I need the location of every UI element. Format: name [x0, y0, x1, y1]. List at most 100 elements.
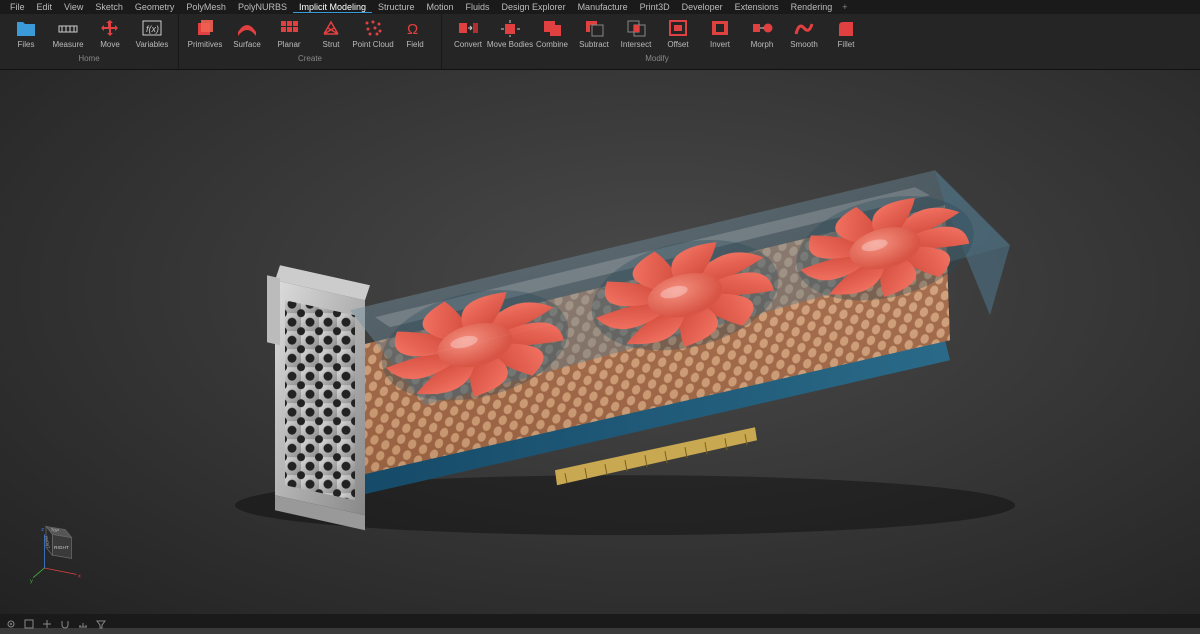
tool-label: Convert	[454, 40, 482, 49]
intersect-tool[interactable]: Intersect	[616, 17, 656, 54]
surface-icon	[235, 17, 259, 39]
tool-label: Move Bodies	[487, 40, 533, 49]
menu-extensions[interactable]: Extensions	[729, 2, 785, 12]
add-tab-button[interactable]: +	[838, 2, 851, 12]
subtract-tool[interactable]: Subtract	[574, 17, 614, 54]
tool-label: Planar	[277, 40, 300, 49]
offset-icon	[666, 17, 690, 39]
invert-tool[interactable]: Invert	[700, 17, 740, 54]
primitives-tool[interactable]: Primitives	[185, 17, 225, 54]
morph-icon	[750, 17, 774, 39]
menu-polynurbs[interactable]: PolyNURBS	[232, 2, 293, 12]
convert-icon	[456, 17, 480, 39]
main-menubar[interactable]: FileEditViewSketchGeometryPolyMeshPolyNU…	[0, 0, 1200, 14]
move-tool[interactable]: Move	[90, 17, 130, 54]
move-icon	[98, 17, 122, 39]
menu-geometry[interactable]: Geometry	[129, 2, 181, 12]
tool-label: Intersect	[621, 40, 652, 49]
strut-tool[interactable]: Strut	[311, 17, 351, 54]
tool-label: Files	[18, 40, 35, 49]
tool-label: Measure	[52, 40, 83, 49]
navigation-cube[interactable]: x y z RIGHT TOP FRONT	[30, 520, 94, 584]
menu-structure[interactable]: Structure	[372, 2, 421, 12]
movebodies-tool[interactable]: Move Bodies	[490, 17, 530, 54]
menu-developer[interactable]: Developer	[676, 2, 729, 12]
group-label: Home	[78, 54, 99, 66]
status-filter-icon[interactable]	[96, 616, 106, 626]
status-grid-icon[interactable]	[42, 616, 52, 626]
menu-file[interactable]: File	[4, 2, 31, 12]
axis-x-label: x	[78, 574, 81, 580]
navcube-right-label[interactable]: RIGHT	[54, 545, 69, 551]
ribbon-group-home: Files Measure Move f(x) Variables Home	[0, 14, 179, 69]
planar-tool[interactable]: Planar	[269, 17, 309, 54]
tool-label: Offset	[667, 40, 688, 49]
fillet-tool[interactable]: Fillet	[826, 17, 866, 54]
invert-icon	[708, 17, 732, 39]
menu-rendering[interactable]: Rendering	[785, 2, 839, 12]
tool-label: Primitives	[188, 40, 223, 49]
pointcloud-tool[interactable]: Point Cloud	[353, 17, 393, 54]
ribbon-group-modify: Convert Move BodiesCombine Subtract Interse…	[442, 14, 872, 69]
tool-label: Morph	[751, 40, 774, 49]
menu-edit[interactable]: Edit	[31, 2, 59, 12]
ribbon-group-create: PrimitivesSurfacePlanarStrutPoint CloudΩ…	[179, 14, 442, 69]
group-label: Modify	[645, 54, 669, 66]
group-label: Create	[298, 54, 322, 66]
status-magnet-icon[interactable]	[60, 616, 70, 626]
menu-fluids[interactable]: Fluids	[460, 2, 496, 12]
tool-label: Subtract	[579, 40, 609, 49]
svg-text:f(x): f(x)	[146, 24, 159, 34]
menu-sketch[interactable]: Sketch	[89, 2, 129, 12]
combine-icon	[540, 17, 564, 39]
measure-icon	[56, 17, 80, 39]
variables-tool[interactable]: f(x) Variables	[132, 17, 172, 54]
tool-label: Point Cloud	[352, 40, 393, 49]
offset-tool[interactable]: Offset	[658, 17, 698, 54]
tool-label: Field	[406, 40, 423, 49]
menu-manufacture[interactable]: Manufacture	[572, 2, 634, 12]
viewport-3d[interactable]: x y z RIGHT TOP FRONT	[0, 70, 1200, 614]
tool-label: Fillet	[838, 40, 855, 49]
variables-icon: f(x)	[140, 17, 164, 39]
menu-polymesh[interactable]: PolyMesh	[180, 2, 232, 12]
tool-label: Strut	[323, 40, 340, 49]
menu-motion[interactable]: Motion	[421, 2, 460, 12]
convert-tool[interactable]: Convert	[448, 17, 488, 54]
tool-label: Variables	[136, 40, 169, 49]
field-tool[interactable]: Ω Field	[395, 17, 435, 54]
tool-label: Invert	[710, 40, 730, 49]
movebodies-icon	[498, 17, 522, 39]
status-units-icon[interactable]	[78, 616, 88, 626]
files-tool[interactable]: Files	[6, 17, 46, 54]
menu-implicit-modeling[interactable]: Implicit Modeling	[293, 2, 372, 13]
files-icon	[14, 17, 38, 39]
primitives-icon	[193, 17, 217, 39]
smooth-icon	[792, 17, 816, 39]
tool-label: Surface	[233, 40, 261, 49]
menu-print3d[interactable]: Print3D	[634, 2, 676, 12]
ribbon-toolbar: Files Measure Move f(x) Variables Home Primiti…	[0, 14, 1200, 70]
fillet-icon	[834, 17, 858, 39]
subtract-icon	[582, 17, 606, 39]
status-visibility-icon[interactable]	[6, 616, 16, 626]
intersect-icon	[624, 17, 648, 39]
tool-label: Combine	[536, 40, 568, 49]
field-icon: Ω	[403, 17, 427, 39]
smooth-tool[interactable]: Smooth	[784, 17, 824, 54]
axis-y-label: y	[30, 578, 33, 584]
surface-tool[interactable]: Surface	[227, 17, 267, 54]
gpu-model[interactable]	[175, 115, 1025, 535]
menu-view[interactable]: View	[58, 2, 89, 12]
status-snap-icon[interactable]	[24, 616, 34, 626]
svg-text:Ω: Ω	[407, 21, 418, 38]
combine-tool[interactable]: Combine	[532, 17, 572, 54]
menu-design-explorer[interactable]: Design Explorer	[496, 2, 572, 12]
axis-z-label: z	[41, 527, 44, 533]
measure-tool[interactable]: Measure	[48, 17, 88, 54]
tool-label: Move	[100, 40, 120, 49]
status-bar	[0, 614, 1200, 628]
morph-tool[interactable]: Morph	[742, 17, 782, 54]
planar-icon	[277, 17, 301, 39]
tool-label: Smooth	[790, 40, 818, 49]
